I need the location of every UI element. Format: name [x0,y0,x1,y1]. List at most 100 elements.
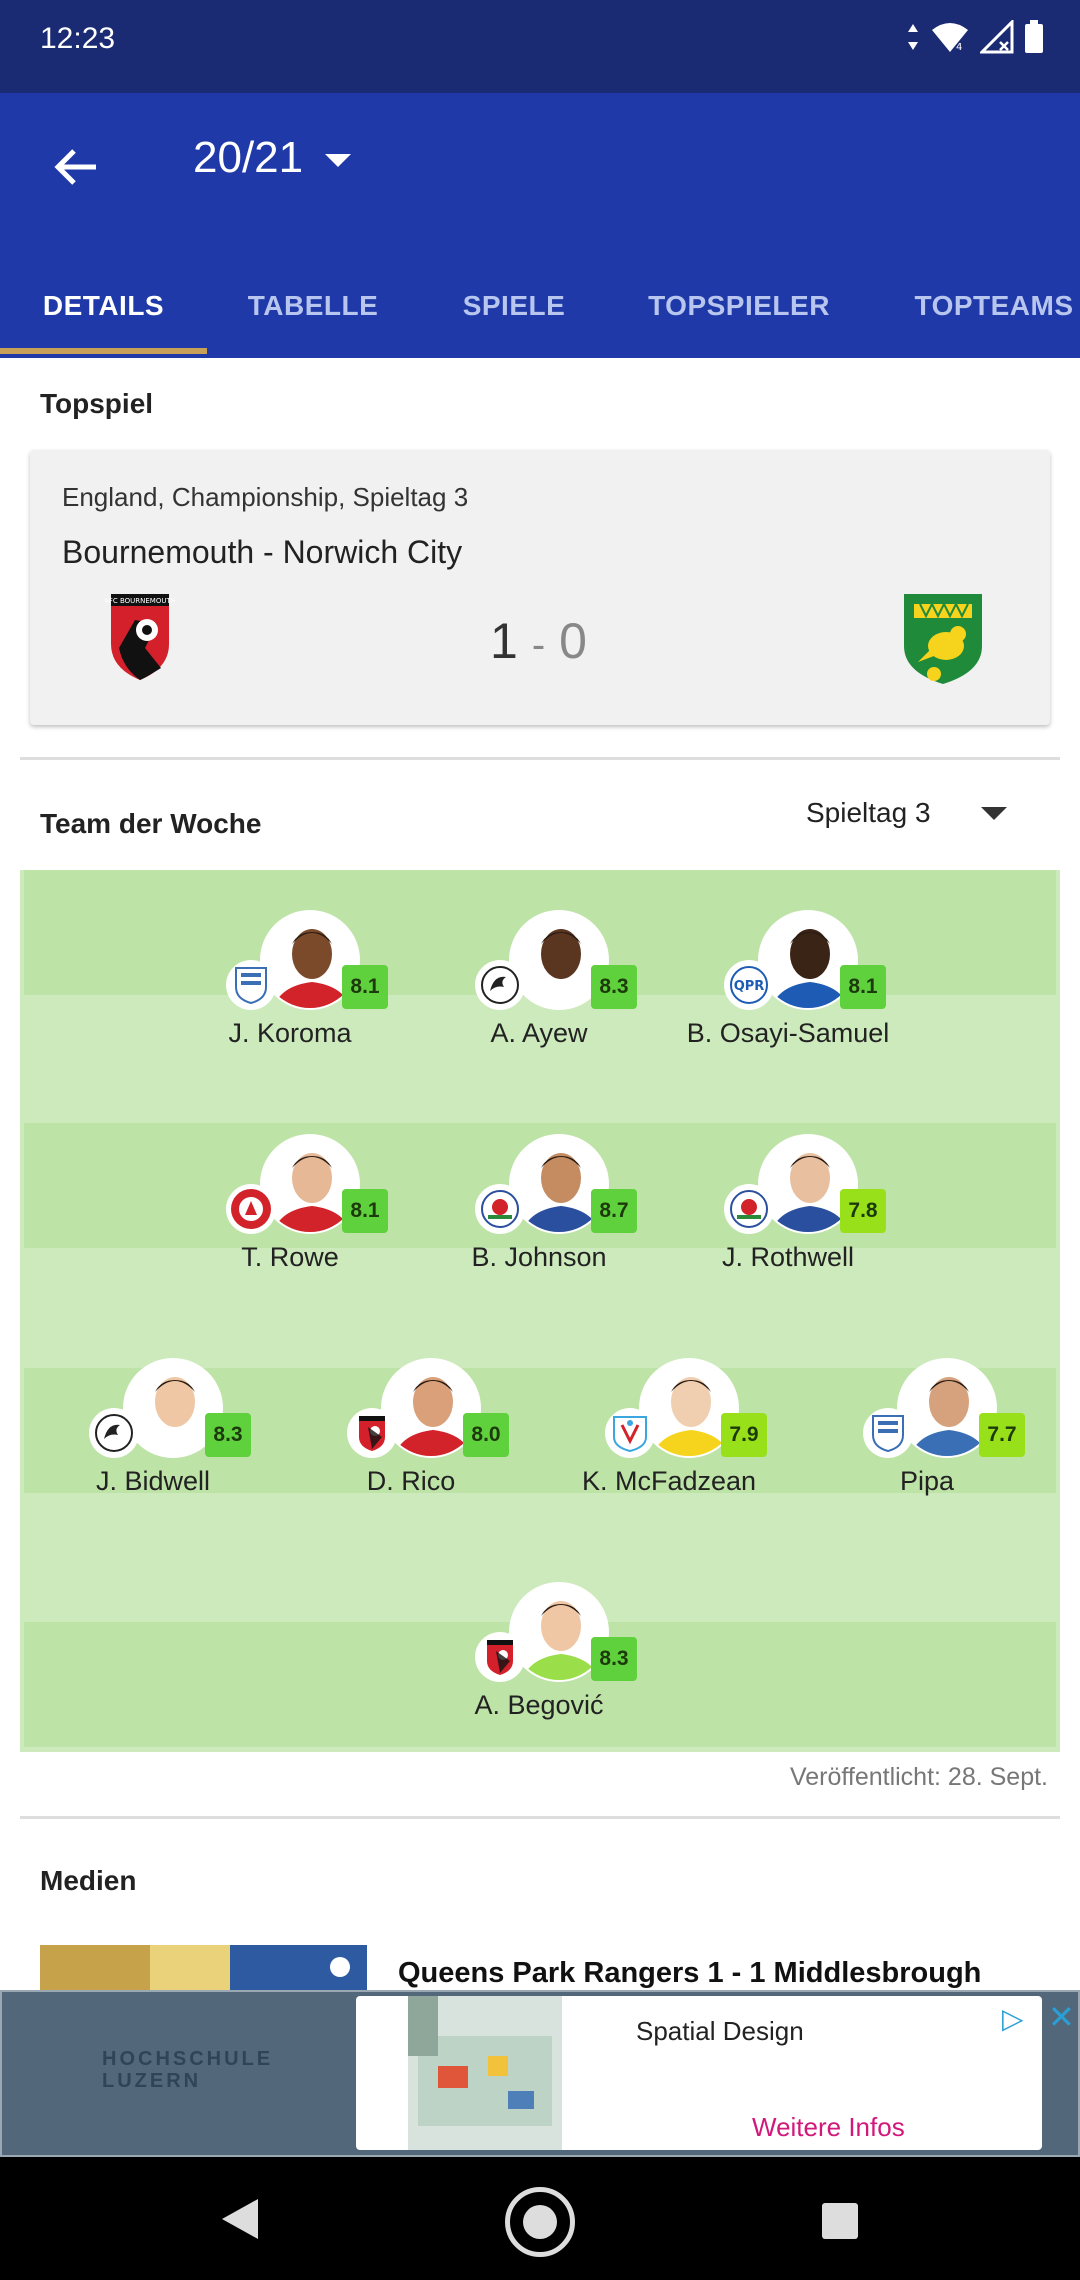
chevron-down-icon [980,806,1007,820]
section-divider [20,757,1060,760]
nav-home-icon[interactable] [505,2187,575,2257]
player-name: J. Rothwell [721,1242,855,1272]
adchoices-icon[interactable]: ▷ [1002,2002,1024,2035]
media-thumbnail[interactable] [40,1945,367,1990]
swansea-crest-icon [89,1408,139,1458]
season-label: 20/21 [193,133,304,182]
norwich-crest-icon [900,590,986,691]
player-rating: 8.7 [591,1189,637,1233]
matchday-label: Spieltag 3 [806,797,931,828]
player-rating: 7.7 [979,1413,1025,1457]
bournemouth-crest-icon [475,1632,525,1682]
tab-topteams[interactable]: TOPTEAMS [869,253,1080,358]
player-card[interactable]: 7.7 Pipa [797,1358,1057,1518]
bournemouth-crest-icon: AFC BOURNEMOUTH [104,590,176,687]
competition-label: England, Championship, Spieltag 3 [62,482,469,512]
arrow-left-icon [54,149,96,185]
tab-tabelle[interactable]: TABELLE [207,253,419,358]
top-game-card[interactable]: England, Championship, Spieltag 3 Bourne… [30,450,1050,725]
system-nav-bar [0,2157,1080,2280]
coventry-crest-icon [605,1408,655,1458]
published-date: Veröffentlicht: 28. Sept. [789,1763,1048,1791]
battery-icon [1025,20,1043,53]
player-card[interactable]: 8.3 A. Begović [409,1582,669,1742]
media-item-title[interactable]: Queens Park Rangers 1 - 1 Middlesbrough [398,1957,981,1990]
player-name: J. Koroma [228,1018,352,1048]
player-card[interactable]: 7.9 K. McFadzean [539,1358,799,1518]
ad-cta-link[interactable]: Weitere Infos [752,2112,905,2143]
player-card[interactable]: 8.3 A. Ayew [409,910,669,1070]
svg-text:4: 4 [956,42,962,53]
away-score: 0 [559,613,587,669]
player-name: A. Begović [474,1690,604,1720]
player-name: A. Ayew [490,1018,588,1048]
app-bar: 20/21 DETAILS TABELLE SPIELE TOPSPIELER … [0,93,1080,358]
status-time: 12:23 [40,22,116,55]
player-rating: 8.3 [591,965,637,1009]
huddersfield-crest-icon [226,960,276,1010]
player-card[interactable]: QPR 8.1 B. Osayi-Samuel [658,910,918,1070]
player-card[interactable]: 8.1 J. Koroma [160,910,420,1070]
player-rating: 8.1 [342,965,388,1009]
svg-text:QPR: QPR [734,979,765,994]
ad-brand: HOCHSCHULE LUZERN [102,2048,273,2092]
media-title: Medien [40,1865,137,1896]
blackburn-crest-icon [724,1184,774,1234]
score-separator: - [531,623,546,667]
ad-image [408,1996,562,2150]
home-score: 1 [490,613,518,669]
nav-back-icon[interactable] [220,2197,260,2241]
ad-brand-line: HOCHSCHULE [102,2048,274,2070]
signal-icon [980,20,1014,54]
status-bar: 12:23 4 [0,0,1080,93]
player-card[interactable]: 8.0 D. Rico [281,1358,541,1518]
ad-content-box[interactable]: Spatial Design Weitere Infos [356,1996,1042,2150]
ad-headline: Spatial Design [636,2016,804,2046]
player-name: J. Bidwell [95,1466,211,1496]
tab-indicator [0,348,207,354]
bristol-city-crest-icon [226,1184,276,1234]
blackburn-crest-icon [475,1184,525,1234]
ad-banner[interactable]: HOCHSCHULE LUZERN Spatial Design Weitere… [0,1990,1080,2157]
player-card[interactable]: 7.8 J. Rothwell [658,1134,918,1294]
tab-bar: DETAILS TABELLE SPIELE TOPSPIELER TOPTEA… [0,253,1080,358]
nav-recents-icon[interactable] [822,2203,858,2239]
player-name: T. Rowe [241,1242,339,1272]
data-arrows-icon [908,24,918,50]
huddersfield-crest-icon [863,1408,913,1458]
player-name: D. Rico [366,1466,456,1496]
tab-details[interactable]: DETAILS [0,253,207,358]
swansea-crest-icon [475,960,525,1010]
season-dropdown[interactable]: 20/21 [193,133,352,183]
player-rating: 8.1 [840,965,886,1009]
player-name: Pipa [899,1466,955,1496]
svg-text:AFC BOURNEMOUTH: AFC BOURNEMOUTH [105,597,175,605]
match-title: Bournemouth - Norwich City [62,534,463,570]
ad-brand-line: LUZERN [102,2070,202,2092]
chevron-down-icon [325,153,352,167]
player-rating: 8.3 [591,1637,637,1681]
player-card[interactable]: 8.7 B. Johnson [409,1134,669,1294]
score: 1 - 0 [490,612,587,670]
team-of-week-title: Team der Woche [40,808,262,839]
player-rating: 8.3 [205,1413,251,1457]
player-rating: 7.8 [840,1189,886,1233]
player-rating: 7.9 [721,1413,767,1457]
player-rating: 8.1 [342,1189,388,1233]
player-name: K. McFadzean [581,1466,757,1496]
close-icon[interactable]: ✕ [1048,1998,1075,2036]
tab-topspieler[interactable]: TOPSPIELER [609,253,869,358]
section-divider [20,1816,1060,1819]
back-button[interactable] [44,135,108,199]
qpr-crest-icon: QPR [724,960,774,1010]
player-name: B. Johnson [471,1242,607,1272]
wifi-icon: 4 [932,23,968,53]
player-card[interactable]: 8.1 T. Rowe [160,1134,420,1294]
bournemouth-crest-icon [347,1408,397,1458]
player-rating: 8.0 [463,1413,509,1457]
matchday-dropdown[interactable]: Spieltag 3 [806,797,1007,829]
tab-spiele[interactable]: SPIELE [419,253,609,358]
player-card[interactable]: 8.3 J. Bidwell [23,1358,283,1518]
topspiel-title: Topspiel [40,388,154,419]
status-icons: 4 [906,20,1044,54]
